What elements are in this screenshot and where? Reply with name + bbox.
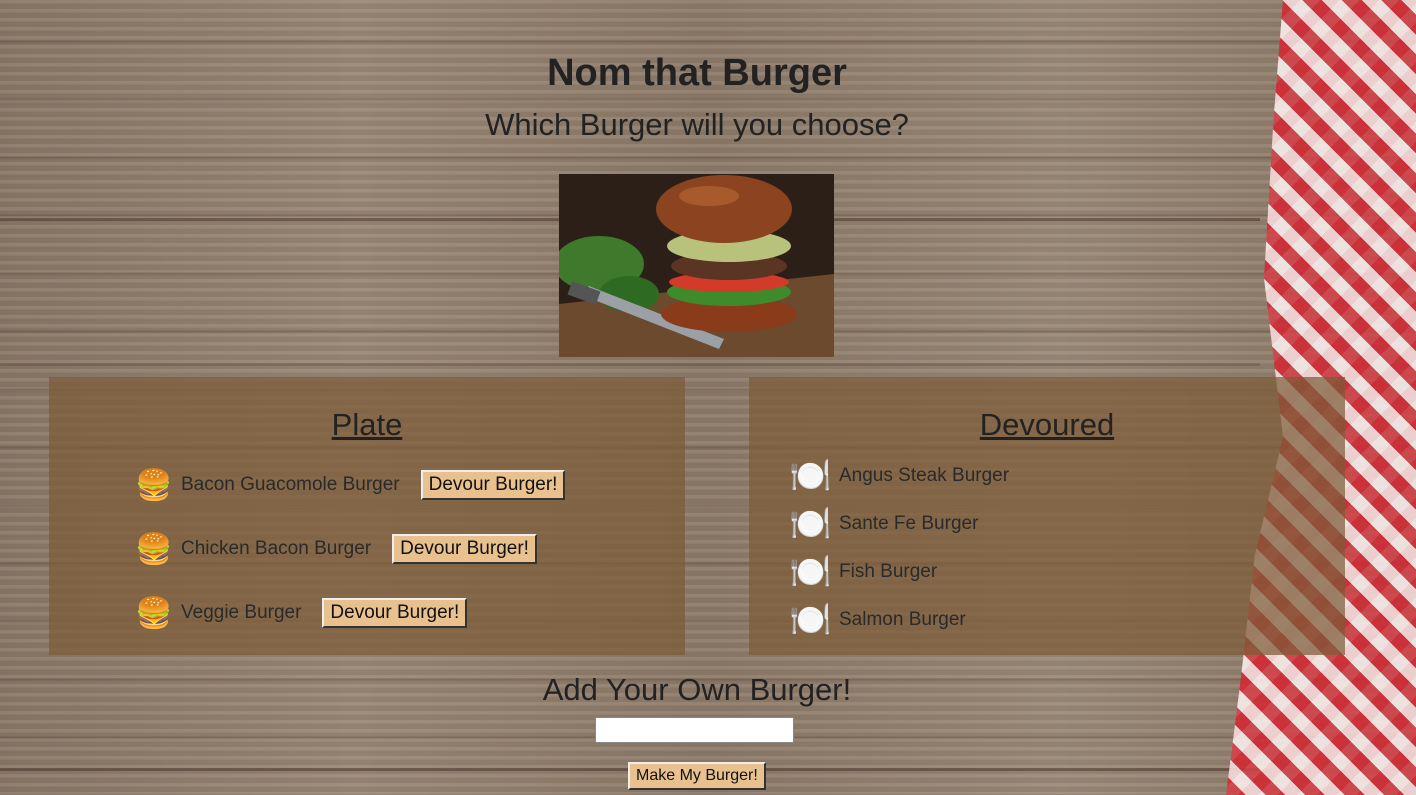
burger-photo	[559, 174, 834, 357]
list-item: 🍽️ Sante Fe Burger	[789, 501, 978, 547]
plate-panel: Plate 🍔 Bacon Guacomole Burger Devour Bu…	[49, 377, 685, 655]
burger-name: Veggie Burger	[181, 602, 302, 623]
make-my-burger-button[interactable]: Make My Burger!	[628, 762, 766, 790]
burger-name-input[interactable]	[595, 717, 794, 743]
plate-cutlery-icon: 🍽️	[789, 601, 832, 639]
burger-name: Sante Fe Burger	[839, 513, 979, 534]
list-item: 🍔 Bacon Guacomole Burger Devour Burger!	[135, 467, 566, 503]
burger-icon: 🍔	[135, 468, 173, 502]
list-item: 🍽️ Angus Steak Burger	[789, 453, 1009, 499]
plate-title: Plate	[331, 407, 403, 442]
devoured-panel: Devoured 🍽️ Angus Steak Burger 🍽️ Sante …	[749, 377, 1345, 655]
page-subtitle: Which Burger will you choose?	[485, 107, 909, 142]
devour-burger-button[interactable]: Devour Burger!	[420, 470, 566, 500]
burger-name: Salmon Burger	[839, 609, 966, 630]
devour-burger-button[interactable]: Devour Burger!	[392, 534, 537, 564]
burger-icon: 🍔	[135, 532, 173, 566]
devoured-title: Devoured	[979, 407, 1115, 442]
burger-name: Angus Steak Burger	[839, 465, 1010, 486]
burger-name: Fish Burger	[839, 561, 938, 582]
burger-icon: 🍔	[135, 596, 173, 630]
burger-name: Bacon Guacomole Burger	[181, 474, 400, 495]
add-burger-title: Add Your Own Burger!	[542, 672, 852, 707]
list-item: 🍔 Veggie Burger Devour Burger!	[135, 595, 468, 631]
devour-burger-button[interactable]: Devour Burger!	[322, 598, 468, 628]
wood-plank-line	[0, 363, 1260, 366]
plate-cutlery-icon: 🍽️	[789, 553, 832, 591]
list-item: 🍽️ Salmon Burger	[789, 597, 966, 643]
plate-cutlery-icon: 🍽️	[789, 457, 832, 495]
burger-name: Chicken Bacon Burger	[181, 538, 372, 559]
list-item: 🍽️ Fish Burger	[789, 549, 937, 595]
burger-photo-icon	[559, 174, 834, 357]
page-title: Nom that Burger	[547, 52, 847, 94]
list-item: 🍔 Chicken Bacon Burger Devour Burger!	[135, 531, 537, 567]
plate-cutlery-icon: 🍽️	[789, 505, 832, 543]
